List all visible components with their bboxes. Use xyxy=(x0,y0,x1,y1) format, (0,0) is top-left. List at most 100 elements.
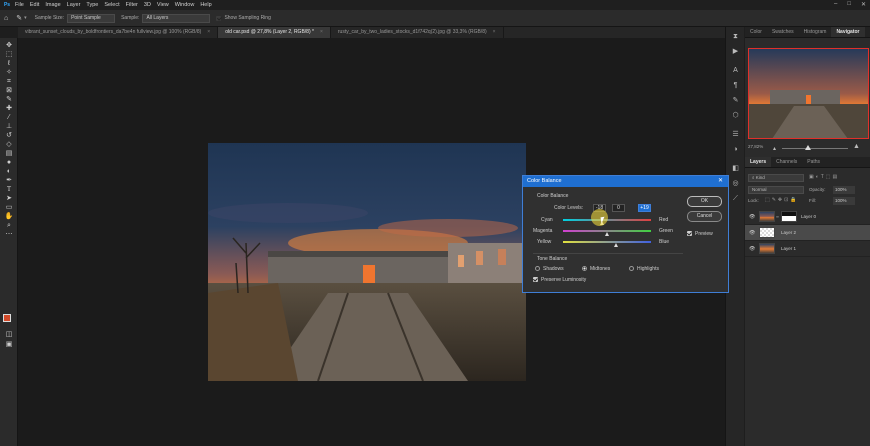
move-tool-icon[interactable]: ✥ xyxy=(4,41,14,50)
minimize-icon[interactable]: – xyxy=(834,1,837,8)
layer-name[interactable]: Layer 1 xyxy=(781,246,796,251)
eyedropper-tool-icon[interactable]: ✎ xyxy=(4,95,14,104)
visibility-eye-icon[interactable]: 👁 xyxy=(749,246,755,252)
menu-window[interactable]: Window xyxy=(175,2,195,8)
link-icon[interactable]: ∞ xyxy=(776,214,779,219)
sample-size-dropdown[interactable]: Point Sample xyxy=(67,13,116,23)
sample-dropdown[interactable]: All Layers xyxy=(142,13,211,23)
menu-type[interactable]: Type xyxy=(86,2,98,8)
tab-layers[interactable]: Layers xyxy=(745,157,772,167)
character-panel-icon[interactable]: A xyxy=(730,65,741,76)
preview-checkbox[interactable]: Preview xyxy=(687,231,713,237)
close-tab-icon[interactable]: × xyxy=(320,27,323,38)
yellow-blue-slider[interactable] xyxy=(563,241,651,243)
menu-image[interactable]: Image xyxy=(45,2,60,8)
layers-panel-icon[interactable]: ◧ xyxy=(730,163,741,174)
3d-panel-icon[interactable]: ⬡ xyxy=(730,110,741,121)
paths-panel-icon[interactable]: ⟋ xyxy=(730,193,741,204)
eraser-tool-icon[interactable]: ◇ xyxy=(4,140,14,149)
quick-select-tool-icon[interactable]: ✧ xyxy=(4,68,14,77)
menu-edit[interactable]: Edit xyxy=(30,2,39,8)
layer-filter-icons[interactable]: ▣◐T⬚▤ xyxy=(809,174,839,180)
level-magenta-green-input[interactable]: 0 xyxy=(612,204,625,212)
menu-file[interactable]: File xyxy=(15,2,24,8)
blend-mode-dropdown[interactable]: Normal xyxy=(748,186,804,194)
zoom-tool-icon[interactable]: ⌕ xyxy=(4,221,14,230)
brush-panel-icon[interactable]: ✎ xyxy=(730,95,741,106)
menu-layer[interactable]: Layer xyxy=(67,2,81,8)
layer-row-layer-2[interactable]: 👁 Layer 2 xyxy=(745,225,870,241)
magenta-green-slider-thumb[interactable] xyxy=(605,232,609,236)
layer-mask-thumbnail[interactable] xyxy=(781,211,797,222)
crop-tool-icon[interactable]: ⌗ xyxy=(4,77,14,86)
close-icon[interactable]: ✕ xyxy=(718,176,723,187)
gradient-tool-icon[interactable]: ▤ xyxy=(4,149,14,158)
dialog-titlebar[interactable]: Color Balance ✕ xyxy=(523,176,728,187)
ok-button[interactable]: OK xyxy=(687,196,722,207)
yellow-blue-slider-thumb[interactable] xyxy=(614,243,618,247)
home-icon[interactable]: ⌂ xyxy=(4,15,8,22)
adjustments-panel-icon[interactable]: ◑ xyxy=(730,144,741,155)
pen-tool-icon[interactable]: ✒ xyxy=(4,176,14,185)
fill-input[interactable]: 100% xyxy=(833,197,855,205)
tab-histogram[interactable]: Histogram xyxy=(799,27,832,37)
navigator-preview[interactable] xyxy=(748,48,869,139)
document-image[interactable] xyxy=(208,143,526,381)
navigator-zoom-thumb[interactable] xyxy=(805,145,811,150)
visibility-eye-icon[interactable]: 👁 xyxy=(749,230,755,236)
history-panel-icon[interactable]: ⧗ xyxy=(730,31,741,42)
layer-filter-kind[interactable]: ⌕ Kind xyxy=(748,174,804,182)
cancel-button[interactable]: Cancel xyxy=(687,211,722,222)
quick-mask-icon[interactable]: ◫ xyxy=(4,330,14,339)
menu-view[interactable]: View xyxy=(157,2,169,8)
lock-icons[interactable]: ⬚✎✥⊡🔒 xyxy=(765,197,799,203)
close-tab-icon[interactable]: × xyxy=(207,27,210,38)
stamp-tool-icon[interactable]: ⊥ xyxy=(4,122,14,131)
layer-name[interactable]: Layer 2 xyxy=(781,230,796,235)
actions-panel-icon[interactable]: ▶ xyxy=(730,46,741,57)
layer-row-layer-1[interactable]: 👁 Layer 1 xyxy=(745,241,870,257)
type-tool-icon[interactable]: T xyxy=(4,185,14,194)
hand-tool-icon[interactable]: ✋ xyxy=(4,212,14,221)
tab-paths[interactable]: Paths xyxy=(802,157,825,167)
properties-panel-icon[interactable]: ☰ xyxy=(730,129,741,140)
path-select-tool-icon[interactable]: ➤ xyxy=(4,194,14,203)
tool-preset-chevron-icon[interactable]: ▾ xyxy=(24,15,27,21)
menu-3d[interactable]: 3D xyxy=(144,2,151,8)
healing-tool-icon[interactable]: ✚ xyxy=(4,104,14,113)
blur-tool-icon[interactable]: ● xyxy=(4,158,14,167)
midtones-radio[interactable]: Midtones xyxy=(582,266,610,272)
tab-color[interactable]: Color xyxy=(745,27,767,37)
zoom-out-icon[interactable]: ▴ xyxy=(773,145,776,152)
navigator-zoom-slider[interactable] xyxy=(782,148,848,149)
menu-filter[interactable]: Filter xyxy=(126,2,138,8)
visibility-eye-icon[interactable]: 👁 xyxy=(749,214,755,220)
menu-select[interactable]: Select xyxy=(104,2,119,8)
tab-channels[interactable]: Channels xyxy=(771,157,802,167)
level-yellow-blue-input[interactable]: +19 xyxy=(638,204,651,212)
menu-help[interactable]: Help xyxy=(200,2,211,8)
navigator-zoom-value[interactable]: 27,82% xyxy=(748,144,763,149)
close-tab-icon[interactable]: × xyxy=(493,27,496,38)
channels-panel-icon[interactable]: ◎ xyxy=(730,178,741,189)
lasso-tool-icon[interactable]: ℓ xyxy=(4,59,14,68)
eyedropper-icon[interactable]: ✎ xyxy=(16,14,22,22)
paragraph-panel-icon[interactable]: ¶ xyxy=(730,80,741,91)
shape-tool-icon[interactable]: ▭ xyxy=(4,203,14,212)
shadows-radio[interactable]: Shadows xyxy=(535,266,564,272)
show-ring-checkbox[interactable] xyxy=(216,15,222,21)
preserve-luminosity-checkbox[interactable]: Preserve Luminosity xyxy=(533,277,586,283)
highlights-radio[interactable]: Highlights xyxy=(629,266,659,272)
tab-vibrant-sunset[interactable]: vibrant_sunset_clouds_by_boldfrontiers_d… xyxy=(18,27,219,38)
zoom-in-icon[interactable]: ▲ xyxy=(853,143,860,150)
close-window-icon[interactable]: ✕ xyxy=(861,1,866,8)
tab-rusty-car[interactable]: rusty_car_by_two_ladies_stocks_d1f742q(2… xyxy=(331,27,504,38)
layer-name[interactable]: Layer 0 xyxy=(801,214,816,219)
opacity-input[interactable]: 100% xyxy=(833,186,855,194)
maximize-icon[interactable]: □ xyxy=(847,1,851,8)
tab-navigator[interactable]: Navigator xyxy=(831,27,865,37)
screen-mode-icon[interactable]: ▣ xyxy=(4,340,14,349)
history-brush-tool-icon[interactable]: ↺ xyxy=(4,131,14,140)
dodge-tool-icon[interactable]: ◐ xyxy=(4,167,14,176)
tab-swatches[interactable]: Swatches xyxy=(767,27,799,37)
